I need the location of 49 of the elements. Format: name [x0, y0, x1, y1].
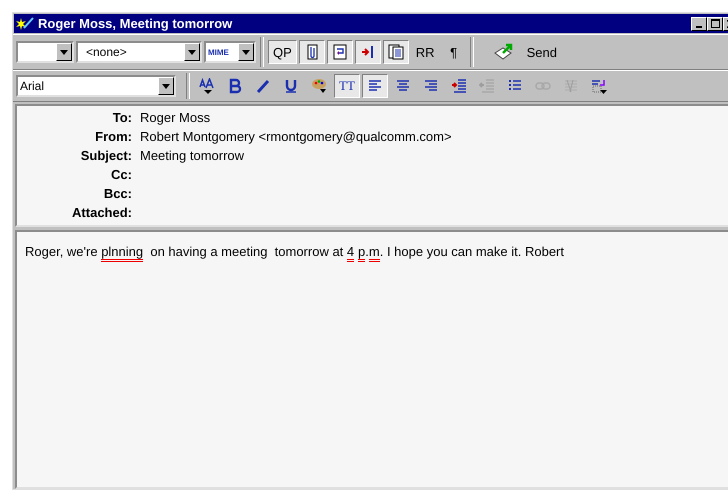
field-label: Subject:	[80, 147, 132, 165]
dropdown-arrow-icon	[188, 50, 196, 54]
dropdown[interactable]: <none>	[76, 41, 202, 63]
field-value[interactable]: Robert Montgomery <rmontgomery@qualcomm.com>	[140, 129, 452, 144]
field-label: To:	[112, 109, 132, 127]
font-size-icon	[199, 78, 215, 94]
font-name: Arial	[19, 79, 46, 93]
color-palette-icon	[311, 78, 327, 94]
minimize-button[interactable]	[691, 16, 707, 30]
signature-icon	[590, 78, 607, 94]
toolbar-button[interactable]	[354, 40, 381, 64]
dropdown-arrow-icon	[162, 84, 170, 88]
dropdown-value: MIME	[207, 48, 230, 56]
toolbar-button[interactable]	[362, 74, 388, 98]
align-right-icon	[422, 78, 439, 94]
window-title: Roger Moss, Meeting tomorrow	[38, 16, 234, 31]
toolbar-button[interactable]	[382, 40, 409, 64]
toolbar-button[interactable]	[298, 40, 325, 64]
align-left-icon	[366, 78, 383, 94]
arrow-bar-icon	[360, 44, 376, 60]
toolbar-button[interactable]: QP	[268, 40, 297, 64]
align-center-icon	[394, 78, 411, 94]
field-label: Bcc:	[102, 185, 132, 203]
field-label: Cc:	[110, 166, 132, 184]
bold-icon	[227, 78, 243, 94]
dropdown[interactable]	[16, 41, 74, 63]
underline-icon	[283, 78, 299, 94]
sparkle-feather-icon	[16, 16, 34, 32]
dropdown-value: <none>	[85, 45, 128, 59]
toolbar-button[interactable]	[326, 40, 353, 64]
encoding-dropdown[interactable]: MIME	[204, 41, 256, 63]
maximize-icon	[710, 19, 720, 28]
field-value[interactable]: Meeting tomorrow	[140, 148, 244, 163]
message-body[interactable]: Roger, we're plnning on having a meeting tomorrow at 4 p.m. I hope you can make it. Robert	[15, 230, 728, 489]
field-label: Attached:	[71, 204, 132, 222]
dropdown-arrow-icon	[242, 50, 250, 54]
maximize-button[interactable]	[707, 16, 723, 30]
field-value[interactable]: Roger Moss	[140, 110, 210, 125]
toolbar-button[interactable]: TT	[334, 74, 360, 98]
document-list-icon	[388, 44, 404, 60]
italic-icon	[255, 78, 271, 94]
text-format-icon	[562, 78, 579, 94]
font-dropdown[interactable]: Arial	[16, 75, 176, 97]
envelope-arrow-icon	[492, 43, 515, 61]
field-label: From:	[94, 128, 132, 146]
indent-icon	[450, 78, 467, 94]
dropdown-arrow-icon	[60, 50, 68, 54]
minimize-icon	[696, 26, 702, 28]
outdent-icon	[478, 78, 495, 94]
